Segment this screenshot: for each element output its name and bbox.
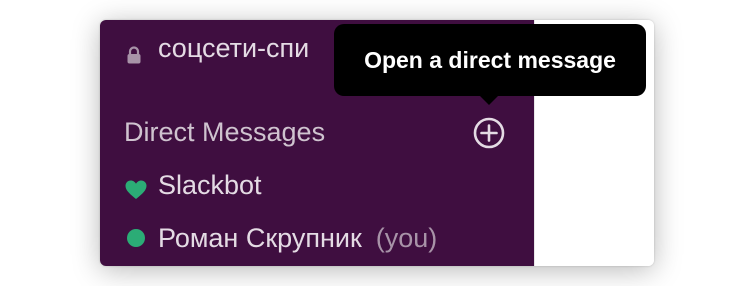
channel-label: соцсети-спи	[158, 32, 310, 63]
direct-messages-header[interactable]: Direct Messages	[100, 110, 534, 154]
plus-circle-icon	[473, 117, 505, 149]
you-suffix: (you)	[375, 222, 438, 253]
dm-item-label: Slackbot	[158, 169, 262, 200]
dm-item-label: Роман Скрупник	[158, 222, 362, 253]
open-direct-message-button[interactable]	[473, 117, 505, 149]
lock-icon	[126, 40, 142, 64]
dm-item-label-wrap: Роман Скрупник (you)	[158, 223, 437, 254]
heart-icon	[125, 176, 147, 199]
tooltip-arrow	[479, 95, 499, 105]
tooltip: Open a direct message	[334, 24, 646, 96]
tooltip-text: Open a direct message	[364, 46, 616, 73]
presence-dot-icon	[127, 229, 145, 247]
dm-item-slackbot[interactable]: Slackbot	[100, 163, 534, 207]
dm-item-self[interactable]: Роман Скрупник (you)	[100, 216, 534, 260]
direct-messages-label: Direct Messages	[124, 116, 326, 147]
